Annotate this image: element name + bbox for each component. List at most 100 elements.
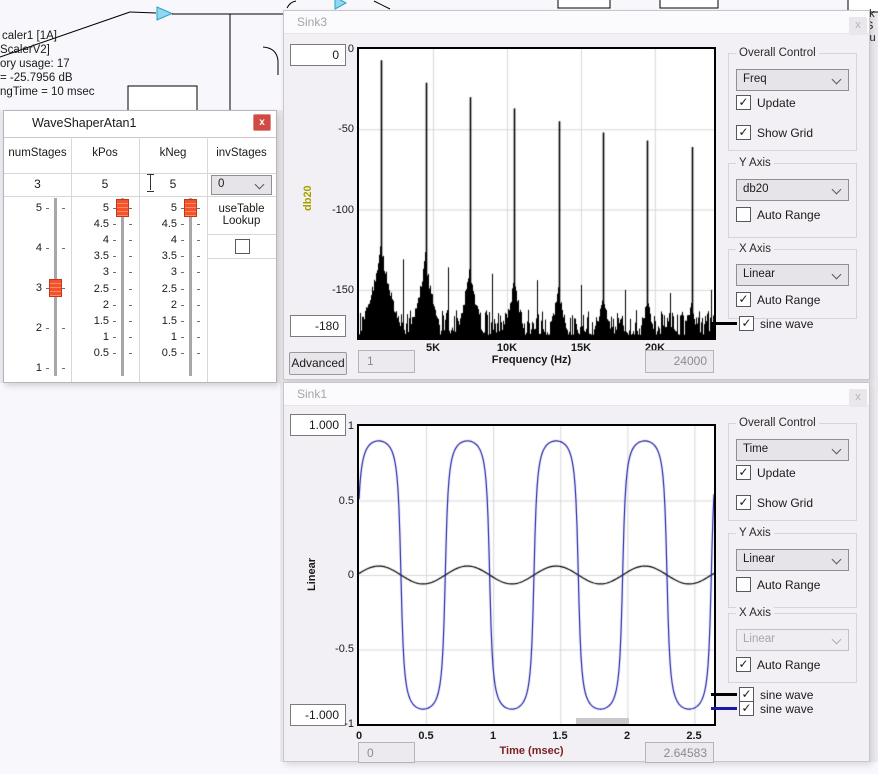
legend-label: sine wave <box>760 702 813 716</box>
kPos-slider-track[interactable] <box>121 198 124 376</box>
dialog-title: WaveShaperAtan1 <box>32 116 136 130</box>
y-mode-dropdown[interactable]: db20 <box>736 179 849 201</box>
slider-tick-label: 4.5 <box>147 218 177 230</box>
slider-tick-mark <box>181 353 184 354</box>
xmin-input[interactable]: 0 <box>358 742 415 763</box>
legend-line <box>711 322 737 325</box>
ymin-input[interactable]: -1.000 <box>290 704 346 726</box>
time-plot[interactable] <box>357 424 716 726</box>
slider-tick-mark <box>62 328 65 329</box>
slider-tick-mark <box>181 256 184 257</box>
slider-tick-mark <box>129 353 132 354</box>
slider-tick-mark <box>129 337 132 338</box>
kNeg-slider-track[interactable] <box>189 198 192 376</box>
slider-tick-label: 2.5 <box>79 283 109 295</box>
tick-label: 1.5 <box>552 730 567 742</box>
slider-tick-label: 3.5 <box>79 250 109 262</box>
column-divider <box>207 137 208 382</box>
tick-label: 0 <box>348 43 354 55</box>
tick-label: 10K <box>497 342 517 354</box>
slider-tick-label: 1 <box>147 331 177 343</box>
tick-label: 1 <box>348 420 354 432</box>
slider-tick-mark <box>197 208 200 209</box>
titlebar[interactable]: Sink1 <box>284 383 869 406</box>
plot-scrollbar-thumb[interactable] <box>576 718 629 724</box>
domain-dropdown[interactable]: Freq <box>736 69 849 91</box>
group-label: Y Axis <box>736 527 774 539</box>
ymax-input[interactable]: 0 <box>290 44 346 66</box>
close-icon[interactable]: x <box>849 389 867 407</box>
slider-tick-mark <box>62 248 65 249</box>
kPos-slider-handle[interactable] <box>116 199 129 217</box>
slider-tick-mark <box>129 256 132 257</box>
slider-tick-label: 3 <box>12 282 42 294</box>
column-header-numStages: numStages <box>4 147 71 159</box>
slider-tick-mark <box>181 305 184 306</box>
value-numStages[interactable]: 3 <box>4 177 71 191</box>
value-kPos[interactable]: 5 <box>71 177 139 191</box>
schematic-block <box>660 0 718 8</box>
xmax-input[interactable]: 24000 <box>645 350 714 373</box>
tick-label: 2.5 <box>686 730 701 742</box>
schematic-background-lower-left <box>0 383 280 774</box>
slider-tick-mark <box>129 240 132 241</box>
slider-tick-label: 3 <box>147 266 177 278</box>
ymax-input[interactable]: 1.000 <box>290 414 346 436</box>
column-header-kPos: kPos <box>71 147 139 159</box>
tick-label: 2 <box>624 730 630 742</box>
slider-tick-mark <box>113 321 116 322</box>
slider-tick-mark <box>113 240 116 241</box>
chevron-down-icon <box>832 445 842 455</box>
slider-tick-mark <box>113 337 116 338</box>
invStages-dropdown[interactable]: 0 <box>211 175 272 195</box>
tick-label: 0 <box>356 730 362 742</box>
column-divider <box>139 137 140 382</box>
x-mode-dropdown[interactable]: Linear <box>736 264 849 286</box>
close-icon[interactable]: x <box>253 114 271 131</box>
slider-tick-mark <box>197 256 200 257</box>
tick-label: 0 <box>348 569 354 581</box>
slider-tick-mark <box>181 240 184 241</box>
titlebar[interactable]: Sink3 <box>284 11 869 34</box>
y-mode-dropdown[interactable]: Linear <box>736 549 849 571</box>
close-icon[interactable]: x <box>849 17 867 35</box>
advanced-button[interactable]: Advanced <box>289 352 347 375</box>
slider-tick-label: 5 <box>79 202 109 214</box>
xmax-input[interactable]: 2.64583 <box>645 742 714 763</box>
legend-line <box>711 707 737 710</box>
slider-tick-mark <box>113 272 116 273</box>
ymin-input[interactable]: -180 <box>290 315 346 337</box>
slider-tick-mark <box>113 224 116 225</box>
slider-tick-mark <box>62 208 65 209</box>
chevron-down-icon <box>832 270 842 280</box>
slider-tick-label: 0.5 <box>147 347 177 359</box>
app-root: caler1 [1A]ScalerV2]ory usage: 17= -25.7… <box>0 0 878 774</box>
slider-tick-label: 1 <box>12 362 42 374</box>
xmin-input[interactable]: 1 <box>358 350 415 373</box>
tick-label: -0.5 <box>335 643 354 655</box>
kNeg-slider-handle[interactable] <box>184 199 197 217</box>
slider-tick-label: 4 <box>79 234 109 246</box>
schematic-text-line: ory usage: 17 <box>0 58 70 70</box>
x-axis-title: Frequency (Hz) <box>444 354 619 366</box>
divider <box>207 234 276 235</box>
schematic-block <box>558 0 610 8</box>
chevron-down-icon <box>832 185 842 195</box>
spectrum-plot[interactable] <box>357 47 716 340</box>
slider-tick-mark <box>181 272 184 273</box>
slider-tick-label: 1.5 <box>147 315 177 327</box>
use-table-lookup-checkbox[interactable]: ✓ <box>235 239 250 254</box>
divider <box>4 137 276 138</box>
use-table-lookup-label: useTable Lookup <box>211 203 272 227</box>
column-divider <box>71 137 72 382</box>
slider-tick-label: 4 <box>12 242 42 254</box>
window-title: Sink3 <box>297 15 327 29</box>
slider-tick-label: 0.5 <box>79 347 109 359</box>
chevron-down-icon <box>832 635 842 645</box>
tick-label: 0.5 <box>339 495 354 507</box>
slider-tick-mark <box>129 272 132 273</box>
domain-dropdown[interactable]: Time <box>736 439 849 461</box>
slider-tick-mark <box>197 305 200 306</box>
numStages-slider-handle[interactable] <box>49 279 62 297</box>
slider-tick-mark <box>129 289 132 290</box>
